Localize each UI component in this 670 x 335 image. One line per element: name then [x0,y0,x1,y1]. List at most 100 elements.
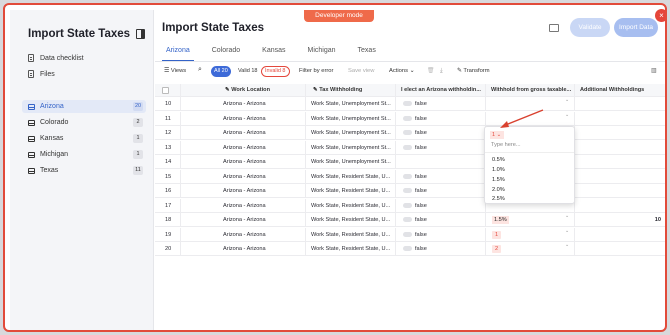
collapse-sidebar-icon[interactable] [136,29,145,39]
tab-michigan[interactable]: Michigan [304,45,340,61]
column-header-elect-withholding[interactable]: I elect an Arizona withholdin... [397,84,485,96]
work-location-cell[interactable]: Arizona - Arizona [219,184,305,197]
columns-icon[interactable]: ▥ [651,68,656,74]
toggle-switch[interactable] [403,246,412,252]
column-header-withhold-gross[interactable]: Withhold from gross taxable... [487,84,573,96]
elect-withholding-cell[interactable]: false [399,97,485,110]
additional-withholdings-cell[interactable] [576,199,665,212]
dropdown-option[interactable]: 2.5% [492,196,505,202]
chevron-down-icon[interactable]: ⌄ [565,112,569,118]
work-location-cell[interactable]: Arizona - Arizona [219,126,305,139]
table-row[interactable]: 15 Arizona - Arizona Work State, Resident … [155,169,665,184]
toggle-switch[interactable] [403,217,412,223]
table-row[interactable]: 19 Arizona - Arizona Work State, Resident … [155,227,665,242]
tab-texas[interactable]: Texas [354,45,380,61]
additional-withholdings-cell[interactable] [576,228,665,241]
chevron-down-icon[interactable]: ⌄ [565,97,569,103]
toggle-switch[interactable] [403,188,412,194]
tax-withholding-cell[interactable]: Work State, Resident State, U... [307,213,395,226]
elect-withholding-cell[interactable]: false [399,242,485,255]
work-location-cell[interactable]: Arizona - Arizona [219,155,305,168]
dropdown-selected-value[interactable]: 1 ⌄ [490,131,504,139]
filter-by-error-button[interactable]: Filter by error [299,68,333,74]
dropdown-option[interactable]: 1.0% [492,167,505,173]
table-row[interactable]: 14 Arizona - Arizona Work State, Unemploym… [155,155,665,169]
search-icon[interactable]: ⌕ [198,66,202,74]
files-link[interactable]: Files [28,70,55,78]
views-button[interactable]: ☰ Views [164,68,186,74]
additional-withholdings-cell[interactable]: 10 [576,213,665,226]
work-location-cell[interactable]: Arizona - Arizona [219,112,305,125]
elect-withholding-cell[interactable]: false [399,184,485,197]
table-row[interactable]: 20 Arizona - Arizona Work State, Resident … [155,242,665,256]
elect-withholding-cell[interactable]: false [399,199,485,212]
tax-withholding-cell[interactable]: Work State, Unemployment St... [307,155,395,168]
save-view-button[interactable]: Save view [348,68,374,74]
additional-withholdings-cell[interactable] [576,112,665,125]
table-row[interactable]: 16 Arizona - Arizona Work State, Resident … [155,184,665,198]
withhold-gross-cell[interactable]: 1 [488,228,574,241]
chevron-down-icon[interactable]: ⌄ [565,213,569,219]
work-location-cell[interactable]: Arizona - Arizona [219,170,305,183]
elect-withholding-cell[interactable]: false [399,126,485,139]
toggle-switch[interactable] [403,231,412,237]
tab-arizona[interactable]: Arizona [162,45,194,61]
elect-withholding-cell[interactable]: false [399,170,485,183]
sidebar-item-arizona[interactable]: Arizona 20 [22,100,146,113]
work-location-cell[interactable]: Arizona - Arizona [219,242,305,255]
tax-withholding-cell[interactable]: Work State, Resident State, U... [307,242,395,255]
tax-withholding-cell[interactable]: Work State, Resident State, U... [307,170,395,183]
toggle-switch[interactable] [403,144,412,150]
additional-withholdings-cell[interactable] [576,242,665,255]
validate-button[interactable]: Validate [570,18,610,37]
work-location-cell[interactable]: Arizona - Arizona [219,97,305,110]
tab-kansas[interactable]: Kansas [258,45,289,61]
filter-valid-pill[interactable]: Valid 18 [235,66,260,77]
chevron-down-icon[interactable]: ⌄ [565,242,569,248]
actions-button[interactable]: Actions ⌄ [389,68,415,74]
elect-withholding-cell[interactable]: false [399,213,485,226]
dropdown-option[interactable]: 0.5% [492,157,505,163]
trash-icon[interactable]: 🗑 [427,68,434,74]
additional-withholdings-cell[interactable] [576,184,665,197]
download-icon[interactable]: ⤓ [440,68,443,75]
toggle-switch[interactable] [403,173,412,179]
tax-withholding-cell[interactable]: Work State, Unemployment St... [307,112,395,125]
filter-all-pill[interactable]: All 20 [211,66,231,77]
close-icon[interactable]: × [655,9,665,22]
withhold-gross-cell[interactable]: 2 [488,242,574,255]
sidebar-item-colorado[interactable]: Colorado 2 [22,116,146,129]
table-row[interactable]: 18 Arizona - Arizona Work State, Resident … [155,213,665,227]
table-row[interactable]: 10 Arizona - Arizona Work State, Unemploym… [155,97,665,111]
filter-invalid-pill[interactable]: Invalid 8 [261,66,290,77]
elect-withholding-cell[interactable] [399,155,485,168]
column-header-work-location[interactable]: ✎ Work Location [221,84,305,96]
work-location-cell[interactable]: Arizona - Arizona [219,213,305,226]
work-location-cell[interactable]: Arizona - Arizona [219,199,305,212]
truck-icon[interactable] [549,24,559,32]
sidebar-item-michigan[interactable]: Michigan 1 [22,148,146,161]
dropdown-option[interactable]: 2.0% [492,187,505,193]
dropdown-search-input[interactable]: Type here... [491,142,521,148]
chevron-down-icon[interactable]: ⌄ [565,228,569,234]
elect-withholding-cell[interactable]: false [399,228,485,241]
toggle-switch[interactable] [403,115,412,121]
tax-withholding-cell[interactable]: Work State, Unemployment St... [307,97,395,110]
tax-withholding-cell[interactable]: Work State, Unemployment St... [307,126,395,139]
tab-colorado[interactable]: Colorado [208,45,244,61]
tax-withholding-cell[interactable]: Work State, Resident State, U... [307,184,395,197]
table-row[interactable]: 11 Arizona - Arizona Work State, Unemploym… [155,111,665,126]
elect-withholding-cell[interactable]: false [399,141,485,154]
sidebar-item-kansas[interactable]: Kansas 1 [22,132,146,145]
toggle-switch[interactable] [403,202,412,208]
tax-withholding-cell[interactable]: Work State, Unemployment St... [307,141,395,154]
table-row[interactable]: 12 Arizona - Arizona Work State, Unemploym… [155,126,665,140]
elect-withholding-cell[interactable]: false [399,112,485,125]
toggle-switch[interactable] [403,101,412,107]
additional-withholdings-cell[interactable] [576,141,665,154]
additional-withholdings-cell[interactable] [576,126,665,139]
tax-withholding-cell[interactable]: Work State, Resident State, U... [307,199,395,212]
table-row[interactable]: 17 Arizona - Arizona Work State, Resident … [155,198,665,213]
sidebar-item-texas[interactable]: Texas 11 [22,164,146,177]
additional-withholdings-cell[interactable] [576,170,665,183]
